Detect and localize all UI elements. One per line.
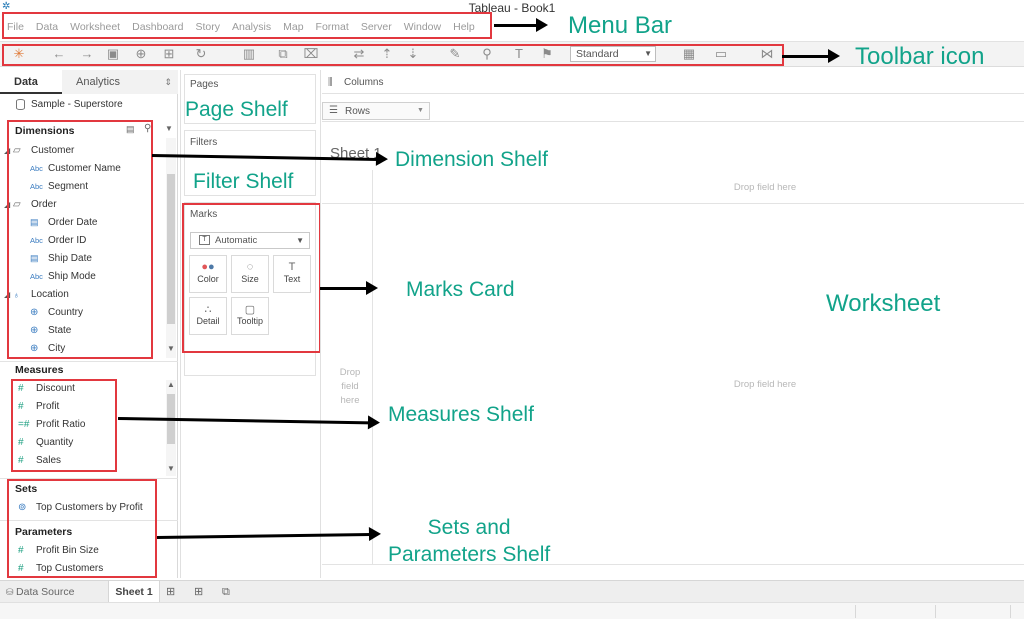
divider (320, 70, 321, 578)
measures-header: Measures (15, 364, 64, 376)
drop-zone-columns[interactable]: Drop field here (700, 182, 830, 193)
new-story-icon[interactable]: ⧉ (222, 585, 236, 599)
pane-menu-icon[interactable]: ⇕ (164, 70, 172, 94)
scroll-down-icon[interactable]: ▼ (166, 344, 176, 353)
database-icon: ⛁ (6, 587, 17, 597)
measures-scrollbar[interactable]: ▲ ▼ (166, 380, 176, 476)
tab-analytics-label: Analytics (76, 76, 121, 88)
worksheet-divider (322, 203, 1024, 204)
database-icon (16, 99, 25, 110)
annotation-filter-shelf: Filter Shelf (193, 170, 294, 193)
worksheet-divider (372, 170, 373, 564)
scroll-down-icon[interactable]: ▼ (166, 464, 176, 473)
status-divider (855, 605, 856, 618)
columns-label: Columns (344, 77, 384, 88)
tab-sheet-1[interactable]: Sheet 1 (108, 581, 160, 603)
sheet-tab-bar: ⛁ Data Source Sheet 1 ⊞ ⊞ ⧉ (0, 580, 1024, 603)
rows-icon: ☰ (329, 105, 338, 116)
annotation-sets-parameters: Sets and Parameters Shelf (388, 516, 551, 566)
annotation-dimension-shelf: Dimension Shelf (395, 148, 548, 171)
tab-data[interactable]: Data (0, 70, 62, 94)
scroll-up-icon[interactable]: ▲ (166, 380, 176, 389)
tab-analytics[interactable]: Analytics ⇕ (62, 70, 178, 94)
datasource-item[interactable]: Sample - Superstore (16, 99, 123, 110)
columns-icon: ⫼ (328, 77, 333, 88)
marks-card-highlight (182, 203, 321, 353)
annotation-page-shelf: Page Shelf (185, 98, 288, 121)
menu-bar-highlight (2, 12, 492, 39)
drop-zone-view[interactable]: Drop field here (700, 379, 830, 390)
dimensions-scrollbar[interactable]: ▼ (166, 138, 176, 358)
arrow-icon (320, 281, 378, 295)
arrow-icon (494, 18, 548, 32)
chevron-down-icon[interactable]: ▼ (165, 124, 173, 133)
annotation-marks-card: Marks Card (406, 278, 515, 301)
measures-shelf-highlight (11, 379, 117, 472)
new-dashboard-icon[interactable]: ⊞ (194, 585, 208, 599)
annotation-measures-shelf: Measures Shelf (388, 403, 534, 426)
tab-data-source[interactable]: ⛁ Data Source (0, 581, 105, 603)
arrow-icon (782, 49, 840, 63)
annotation-worksheet: Worksheet (826, 290, 941, 317)
pages-label: Pages (190, 79, 219, 90)
status-divider (935, 605, 936, 618)
status-divider (1010, 605, 1011, 618)
divider (0, 361, 178, 362)
drop-zone-rows[interactable]: Drop field here (328, 366, 372, 408)
toolbar-highlight (2, 44, 784, 66)
rows-shelf[interactable]: ☰ Rows ▼ (322, 100, 1024, 122)
datasource-label: Sample - Superstore (31, 99, 123, 110)
sets-parameters-highlight (7, 479, 157, 578)
annotation-toolbar-icon: Toolbar icon (855, 43, 985, 70)
annotation-menu-bar: Menu Bar (568, 12, 673, 39)
rows-label: Rows (345, 106, 371, 117)
filters-label: Filters (190, 137, 218, 148)
status-bar (0, 602, 1024, 619)
rows-pill: ☰ Rows ▼ (322, 102, 430, 120)
scroll-thumb[interactable] (167, 174, 175, 324)
divider (180, 70, 181, 578)
tab-data-source-label: Data Source (16, 586, 75, 598)
columns-shelf[interactable]: ⫼ Columns (322, 72, 1024, 94)
dimension-shelf-highlight (7, 120, 153, 359)
new-worksheet-icon[interactable]: ⊞ (166, 585, 180, 599)
worksheet-canvas[interactable] (322, 128, 1024, 573)
chevron-down-icon: ▼ (417, 107, 424, 114)
